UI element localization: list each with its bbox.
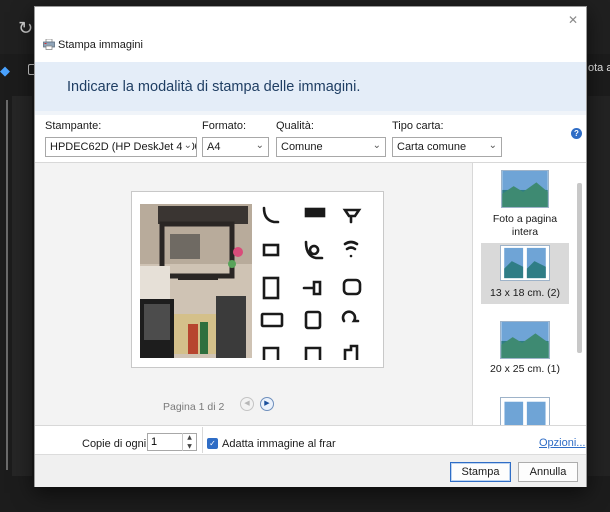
window-frame-icon	[304, 346, 322, 360]
landscape-thumbnail-icon	[500, 321, 550, 359]
multi-portrait-thumbnail-icon	[500, 397, 550, 425]
bulb-icon	[341, 310, 360, 323]
door-icon	[262, 276, 280, 300]
layout-item-20x25[interactable]: 20 x 25 cm. (1)	[481, 321, 569, 381]
layout-sidebar: Foto a pagina intera 13 x 18 cm. (2) 20 …	[472, 163, 586, 425]
print-button[interactable]: Stampa	[450, 462, 511, 482]
background-scroll-rail	[6, 100, 8, 470]
cancel-button[interactable]: Annulla	[518, 462, 578, 482]
objects-icon-grid	[260, 206, 362, 360]
layout-item-13x18[interactable]: 13 x 18 cm. (2)	[481, 243, 569, 304]
gamepad-icon	[342, 278, 362, 296]
chevron-down-icon: ⌄	[181, 140, 192, 151]
chevron-down-icon: ⌄	[486, 140, 497, 151]
tablet-icon	[260, 312, 284, 328]
printer-select[interactable]: HPDEC62D (HP DeskJet 4100 series) ⌄	[45, 137, 197, 157]
double-portrait-thumbnail-icon	[500, 245, 550, 281]
printer-select-value: HPDEC62D (HP DeskJet 4100 series)	[50, 141, 196, 153]
quality-label: Qualità:	[276, 120, 314, 132]
background-app-label: ota a	[588, 62, 610, 74]
spin-up-icon[interactable]: ▲	[183, 433, 196, 442]
format-label: Formato:	[202, 120, 247, 132]
spin-down-icon[interactable]: ▼	[183, 442, 196, 451]
chevron-down-icon: ⌄	[370, 140, 381, 151]
window-icon	[262, 346, 280, 360]
landscape-thumbnail-icon	[501, 170, 549, 208]
printer-icon	[43, 39, 55, 50]
vertical-divider	[202, 427, 203, 453]
page-indicator: Pagina 1 di 2	[163, 401, 225, 413]
format-select-value: A4	[207, 141, 221, 153]
layout-item-wallet[interactable]	[481, 397, 569, 425]
plug-icon	[302, 280, 322, 296]
layout-item-full-page[interactable]: Foto a pagina intera	[481, 167, 569, 239]
previous-page-button[interactable]: ◀	[240, 397, 254, 411]
fan-heater-icon	[262, 243, 280, 257]
printer-label: Stampante:	[45, 120, 102, 132]
layout-item-label: 13 x 18 cm. (2)	[489, 287, 561, 299]
background-left-panel	[12, 96, 32, 476]
help-icon[interactable]: ?	[571, 128, 582, 139]
instruction-text: Indicare la modalità di stampa delle imm…	[67, 79, 361, 95]
camera-icon	[304, 310, 322, 330]
print-pictures-dialog: Stampa immagini ✕ Indicare la modalità d…	[34, 6, 587, 487]
shutter-icon	[343, 344, 359, 360]
divider	[35, 425, 586, 426]
copies-value: 1	[151, 436, 158, 448]
paper-type-select[interactable]: Carta comune ⌄	[392, 137, 502, 157]
layout-scrollbar[interactable]	[577, 167, 582, 422]
refresh-icon[interactable]: ↻	[18, 18, 33, 39]
options-link[interactable]: Opzioni...	[539, 437, 585, 449]
photo-thumbnail	[140, 204, 252, 358]
background-right-panel	[588, 96, 610, 476]
quality-select-value: Comune	[281, 141, 323, 153]
instruction-banner: Indicare la modalità di stampa delle imm…	[35, 62, 586, 112]
layout-item-label: Foto a pagina intera	[492, 213, 558, 238]
dialog-titlebar: Stampa immagini ✕	[35, 7, 586, 62]
phone-handset-icon	[262, 206, 280, 224]
close-icon[interactable]: ✕	[563, 10, 583, 30]
fit-frame-label[interactable]: Adatta immagine al frar	[222, 438, 336, 450]
lamp-icon	[342, 208, 362, 224]
page-preview	[131, 191, 384, 368]
doorbell-camera-icon	[304, 240, 324, 260]
scrollbar-thumb[interactable]	[577, 183, 582, 353]
banner-divider	[35, 111, 586, 115]
fit-frame-checkbox[interactable]: ✓	[207, 438, 218, 449]
format-select[interactable]: A4 ⌄	[202, 137, 269, 157]
wifi-speaker-icon	[343, 240, 359, 258]
chevron-down-icon: ⌄	[253, 140, 264, 151]
next-page-button[interactable]: ▶	[260, 397, 274, 411]
router-icon	[304, 207, 326, 218]
copies-spin-buttons: ▲ ▼	[182, 433, 196, 451]
layout-item-label: 20 x 25 cm. (1)	[489, 363, 561, 375]
paper-type-label: Tipo carta:	[392, 120, 444, 132]
copies-label: Copie di ogni	[82, 438, 147, 450]
paper-type-select-value: Carta comune	[397, 141, 467, 153]
bookmark-icon: ◆	[0, 64, 10, 79]
dialog-title: Stampa immagini	[58, 39, 143, 51]
quality-select[interactable]: Comune ⌄	[276, 137, 386, 157]
